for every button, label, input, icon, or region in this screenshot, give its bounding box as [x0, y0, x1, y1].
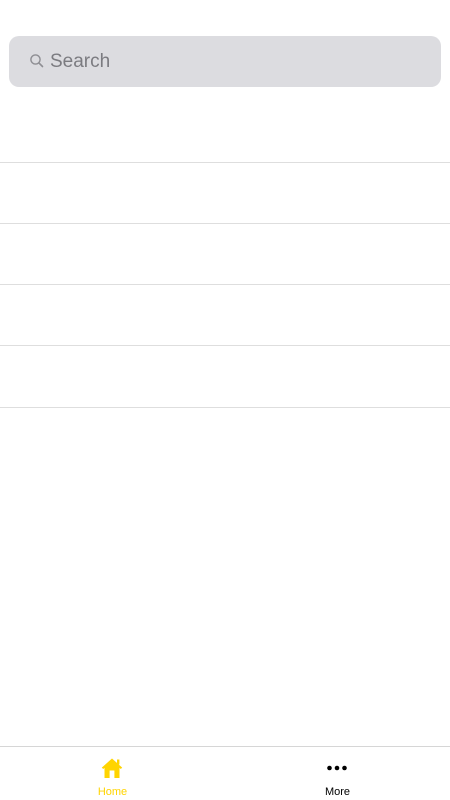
list-item[interactable]: [0, 285, 450, 346]
more-icon: [327, 765, 347, 771]
tab-home[interactable]: Home: [0, 747, 225, 800]
list-item[interactable]: [0, 224, 450, 285]
list-item[interactable]: [0, 102, 450, 163]
search-input[interactable]: [50, 36, 430, 87]
screen: Home More: [0, 0, 450, 800]
tab-more-label: More: [324, 786, 351, 798]
list-item[interactable]: [0, 347, 450, 408]
tab-home-label: Home: [97, 786, 128, 798]
tab-more[interactable]: More: [225, 747, 450, 800]
home-icon: [101, 758, 123, 778]
list-item[interactable]: [0, 163, 450, 224]
search-icon: [30, 54, 44, 68]
search-bar[interactable]: [9, 36, 441, 87]
tab-bar: Home More: [0, 746, 450, 800]
